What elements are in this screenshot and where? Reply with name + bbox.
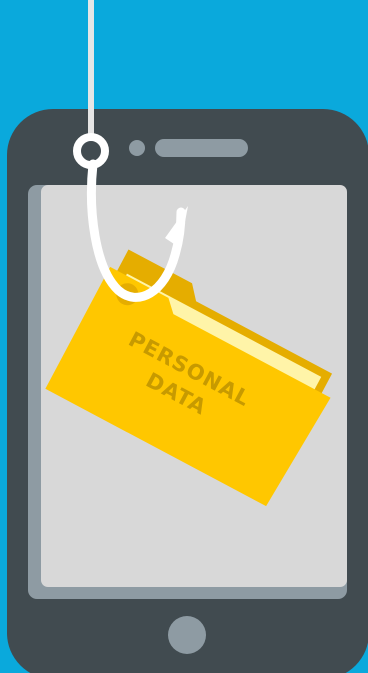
front-camera	[129, 140, 145, 156]
speaker-grille	[155, 139, 248, 157]
fishing-line	[88, 0, 94, 140]
phishing-illustration: PERSONAL DATA	[0, 0, 368, 673]
phishing-artwork: PERSONAL DATA	[7, 0, 368, 673]
home-button-icon[interactable]	[168, 616, 206, 654]
